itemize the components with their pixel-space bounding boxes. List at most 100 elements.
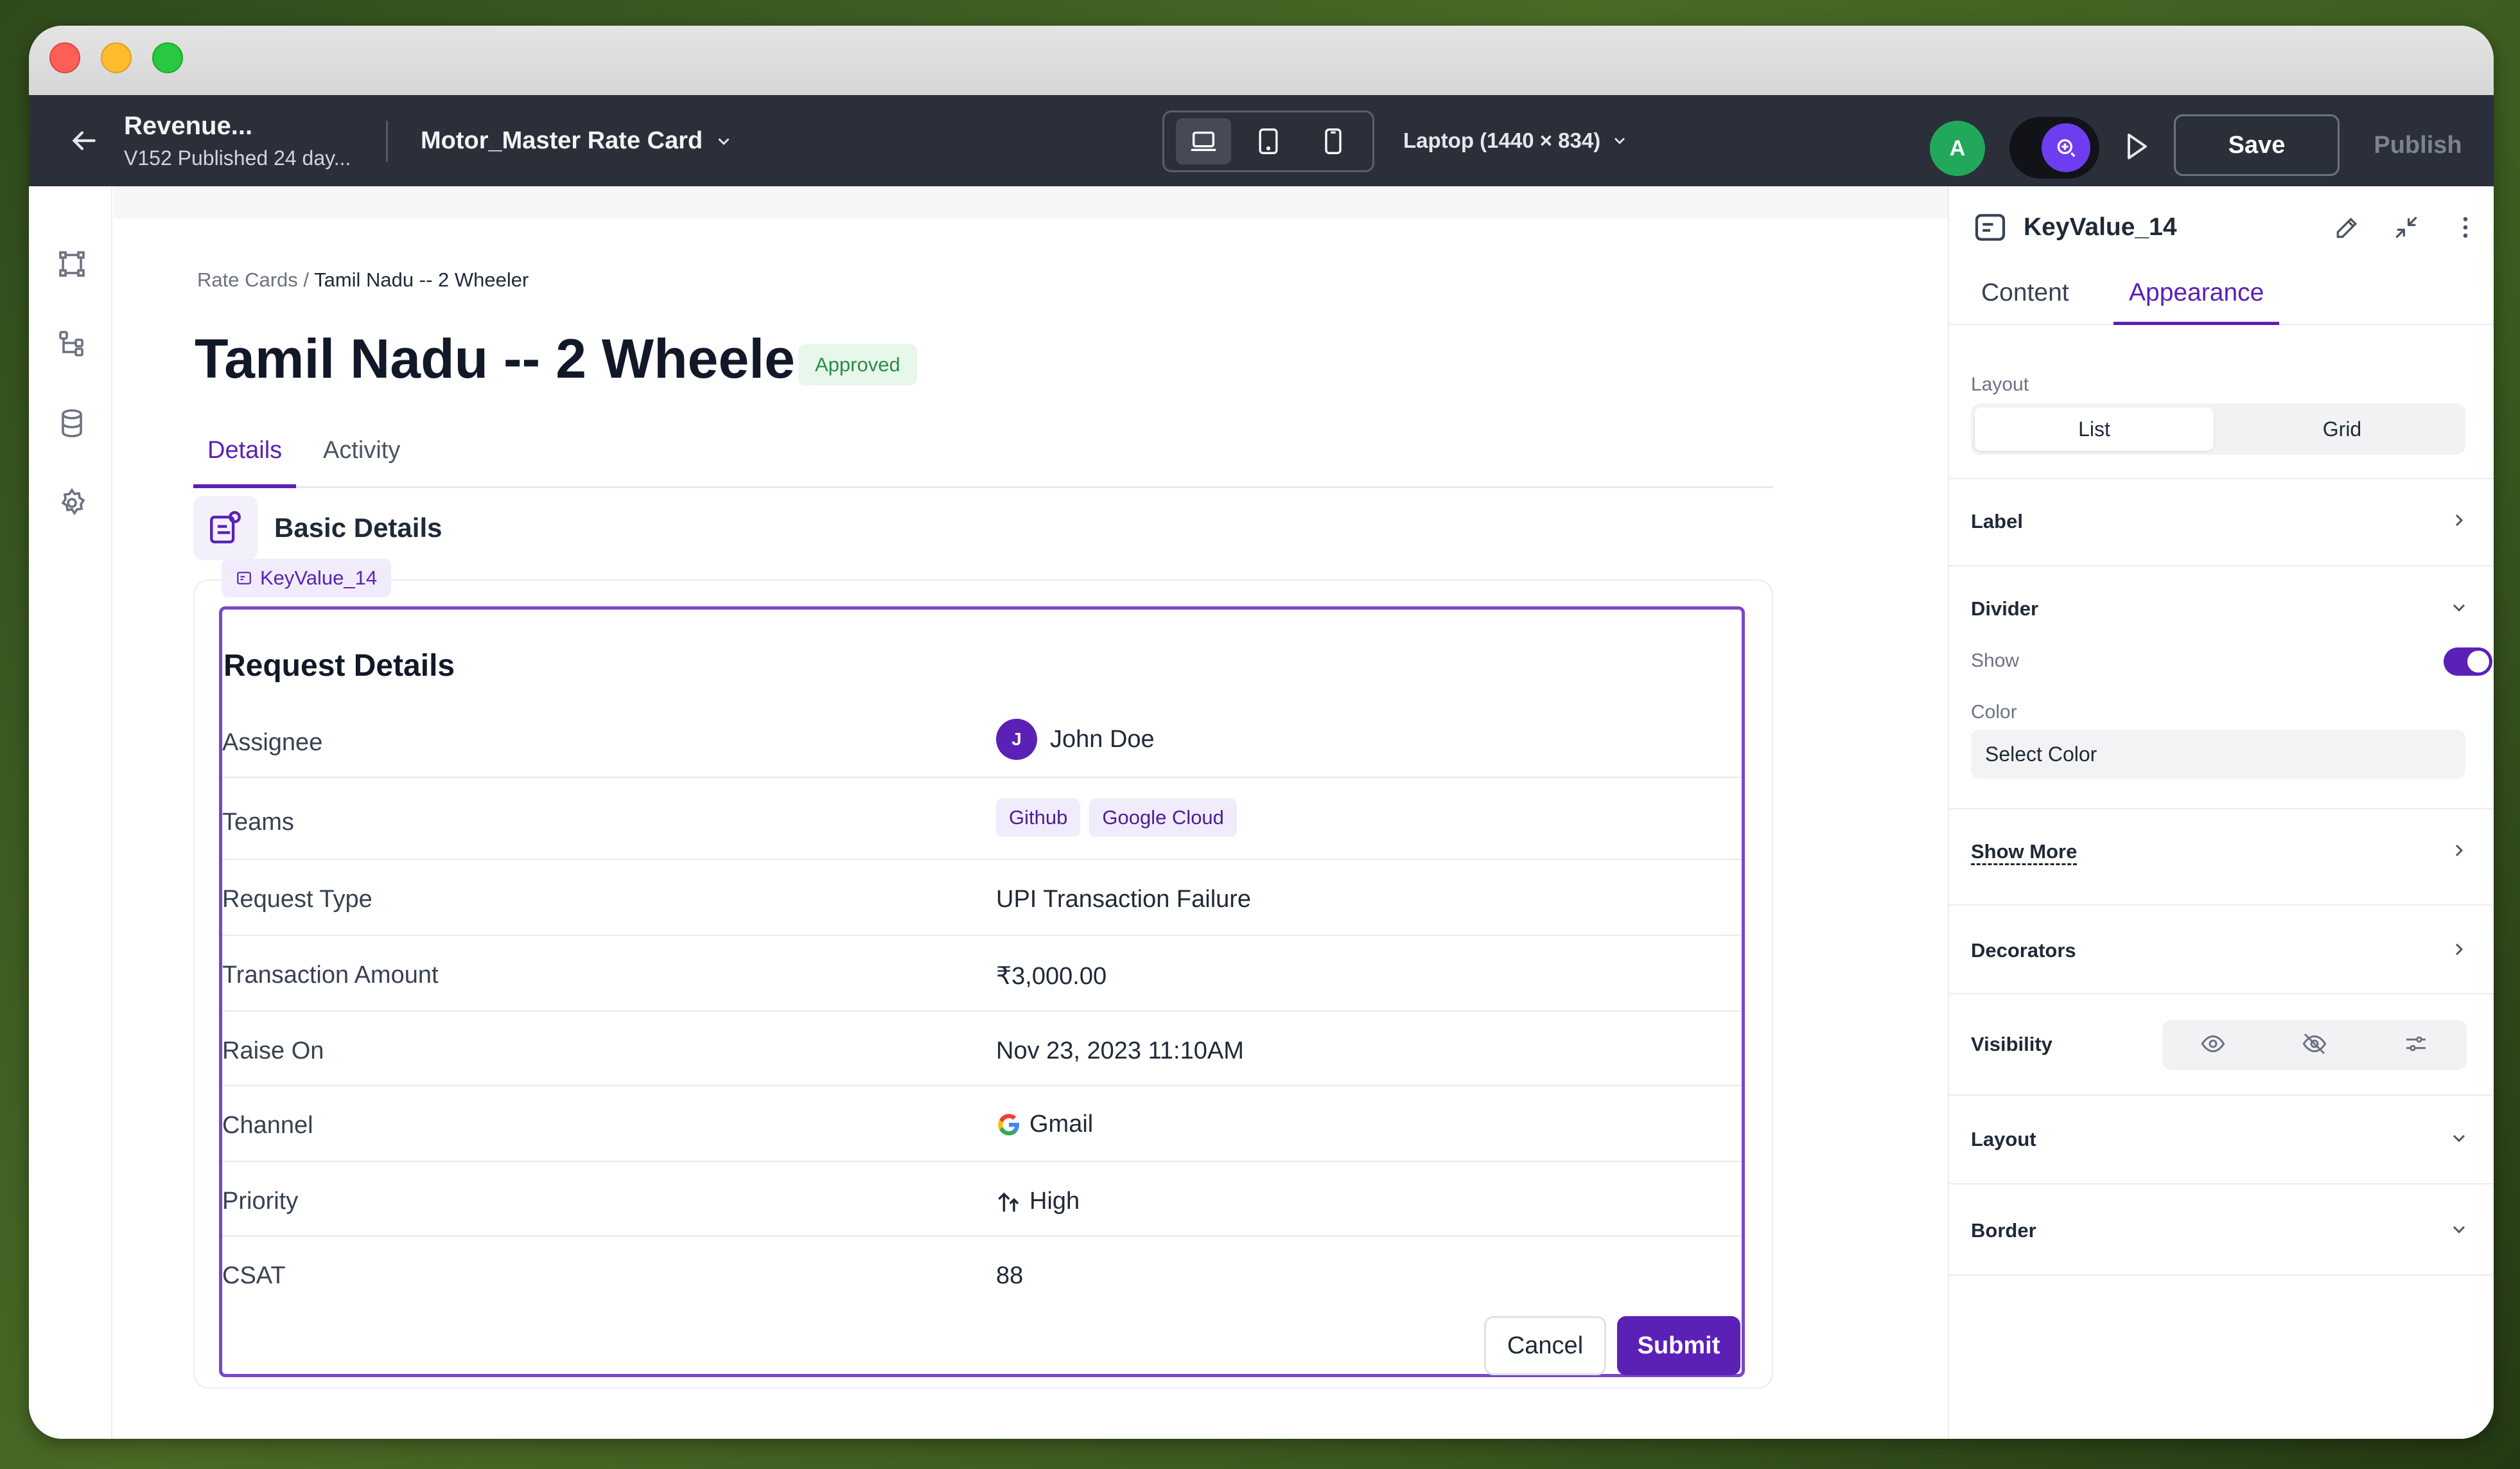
kv-label: Priority <box>222 1188 299 1215</box>
breadcrumb: Rate Cards / Tamil Nadu -- 2 Wheeler <box>197 268 529 292</box>
label-section-title: Label <box>1971 510 2023 532</box>
panel-divider <box>1949 808 2494 809</box>
rate-card-dropdown[interactable]: Motor_Master Rate Card <box>421 127 733 155</box>
more-options-icon[interactable] <box>2447 209 2483 245</box>
border-section[interactable]: Border <box>1971 1219 2465 1242</box>
minimize-window-button[interactable] <box>101 42 132 73</box>
panel-divider <box>1949 1183 2494 1184</box>
layout-grid-option[interactable]: Grid <box>2223 407 2462 451</box>
chevron-down-icon[interactable] <box>2446 595 2472 620</box>
tab-details[interactable]: Details <box>193 437 297 488</box>
section-title: Basic Details <box>274 513 442 543</box>
chevron-right-icon[interactable] <box>2446 937 2472 962</box>
ai-assist-toggle[interactable] <box>2009 117 2099 179</box>
visibility-options <box>2162 1020 2467 1070</box>
kv-row-raise-on: Raise On Nov 23, 2023 11:10AM <box>222 1012 1742 1086</box>
design-canvas: Rate Cards / Tamil Nadu -- 2 Wheeler Tam… <box>114 186 1948 1439</box>
kv-value-priority: High <box>996 1188 1080 1215</box>
tab-content[interactable]: Content <box>1966 279 2085 325</box>
layout-list-option[interactable]: List <box>1975 407 2214 451</box>
laptop-icon <box>1191 131 1216 152</box>
kv-label: Raise On <box>222 1037 324 1064</box>
mobile-device-button[interactable] <box>1306 118 1361 164</box>
chevron-down-icon <box>1614 137 1625 145</box>
show-more-link[interactable]: Show More <box>1971 840 2077 863</box>
play-icon <box>2128 134 2147 159</box>
layout-section[interactable]: Layout <box>1971 1128 2465 1151</box>
collapse-icon[interactable] <box>2388 209 2424 245</box>
page-title: Tamil Nadu -- 2 Wheeler <box>195 328 817 390</box>
cancel-button[interactable]: Cancel <box>1484 1316 1606 1375</box>
settings-icon[interactable] <box>55 486 89 520</box>
component-name: KeyValue_14 <box>2024 213 2177 241</box>
submit-button[interactable]: Submit <box>1617 1316 1740 1375</box>
kv-label: Request Type <box>222 886 372 913</box>
breadcrumb-root[interactable]: Rate Cards / <box>197 268 309 291</box>
panel-tabs: Content Appearance <box>1949 270 2494 325</box>
color-picker-field[interactable]: Select Color <box>1971 730 2465 778</box>
status-badge: Approved <box>798 344 917 385</box>
kv-value-teams: Github Google Cloud <box>996 798 1237 837</box>
panel-divider <box>1949 993 2494 994</box>
keyvalue-component[interactable]: Request Details Assignee J John Doe Team… <box>219 606 1745 1377</box>
kv-row-request-type: Request Type UPI Transaction Failure <box>222 860 1742 936</box>
priority-up-arrow-icon <box>998 1192 1019 1212</box>
tablet-device-button[interactable] <box>1241 118 1296 164</box>
kv-value: 88 <box>996 1262 1024 1289</box>
show-more-section[interactable]: Show More <box>1971 840 2465 863</box>
kv-row-priority: Priority High <box>222 1162 1742 1236</box>
panel-divider <box>1949 1274 2494 1276</box>
tab-appearance[interactable]: Appearance <box>2113 279 2280 325</box>
tree-icon[interactable] <box>55 326 89 361</box>
component-tag-label: KeyValue_14 <box>260 567 378 589</box>
component-tag[interactable]: KeyValue_14 <box>222 559 392 597</box>
database-icon[interactable] <box>55 406 89 441</box>
color-label: Color <box>1971 701 2017 723</box>
kv-row-teams: Teams Github Google Cloud <box>222 778 1742 860</box>
edit-pencil-icon[interactable] <box>2329 209 2365 245</box>
chevron-right-icon[interactable] <box>2446 507 2472 533</box>
preview-play-button[interactable] <box>2117 127 2156 166</box>
chevron-right-icon[interactable] <box>2446 838 2472 863</box>
kv-label: CSAT <box>222 1262 286 1289</box>
decorators-section[interactable]: Decorators <box>1971 939 2465 962</box>
app-header: Revenue... V152 Published 24 day... Moto… <box>29 95 2494 186</box>
close-window-button[interactable] <box>49 42 80 73</box>
panel-header: KeyValue_14 <box>1972 209 2177 245</box>
back-arrow-icon[interactable] <box>67 125 100 157</box>
panel-divider <box>1949 478 2494 479</box>
kv-value-channel: Gmail <box>996 1111 1093 1138</box>
maximize-window-button[interactable] <box>152 42 183 73</box>
border-section-title: Border <box>1971 1219 2036 1242</box>
user-avatar[interactable]: A <box>1930 121 1985 176</box>
conditional-sliders-icon[interactable] <box>2403 1031 2429 1060</box>
form-details-icon <box>193 496 258 560</box>
chevron-down-icon[interactable] <box>2446 1125 2472 1151</box>
divider-section[interactable]: Divider <box>1971 597 2465 620</box>
publish-button[interactable]: Publish <box>2354 114 2482 176</box>
ai-sparkle-icon <box>2042 123 2090 172</box>
laptop-device-button[interactable] <box>1175 118 1231 164</box>
mobile-icon <box>1325 128 1342 154</box>
tab-activity[interactable]: Activity <box>309 437 414 488</box>
save-button[interactable]: Save <box>2174 114 2340 176</box>
layout-segmented-control: List Grid <box>1971 403 2465 455</box>
eye-off-icon[interactable] <box>2302 1031 2327 1060</box>
google-icon <box>998 1113 1019 1136</box>
kv-label: Transaction Amount <box>222 962 439 989</box>
visibility-title: Visibility <box>1971 1033 2052 1055</box>
toggle-knob <box>2467 651 2489 673</box>
kv-row-assignee: Assignee J John Doe <box>222 706 1742 778</box>
eye-icon[interactable] <box>2200 1031 2226 1060</box>
frame-icon[interactable] <box>55 247 89 281</box>
viewport-dropdown[interactable]: Laptop (1440 × 834) <box>1403 128 1629 153</box>
kv-value: ₹3,000.00 <box>996 963 1107 990</box>
label-section[interactable]: Label <box>1971 510 2465 533</box>
divider-section-title: Divider <box>1971 597 2039 620</box>
component-icon <box>237 572 251 585</box>
divider-show-toggle[interactable] <box>2444 647 2492 676</box>
kv-label: Channel <box>222 1112 313 1139</box>
project-title: Revenue... <box>124 112 253 140</box>
device-switcher <box>1162 110 1374 172</box>
chevron-down-icon[interactable] <box>2446 1217 2472 1242</box>
